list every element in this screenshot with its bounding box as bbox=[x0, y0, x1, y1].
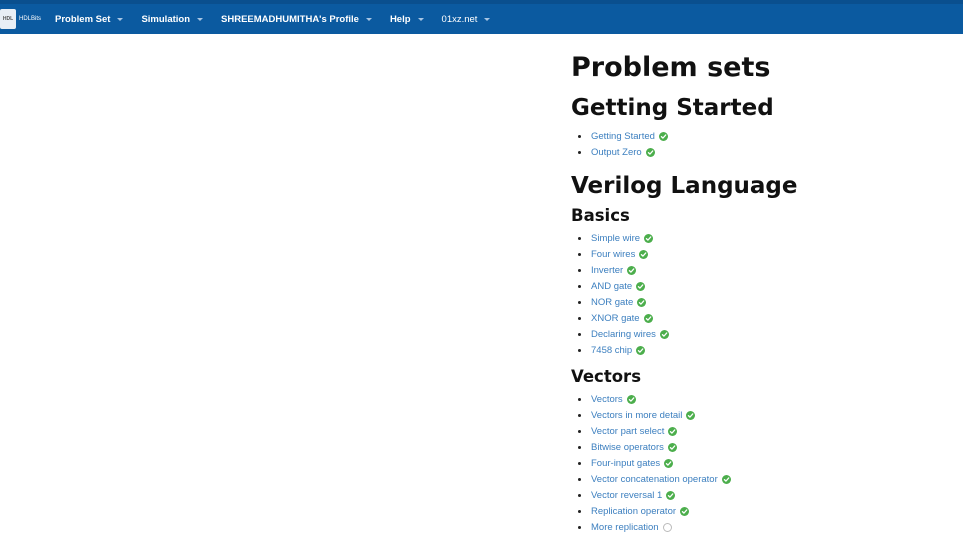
check-circle-icon bbox=[639, 249, 649, 259]
bullet-icon bbox=[578, 461, 581, 465]
logo-icon: HDL bbox=[0, 9, 16, 29]
bullet-icon bbox=[578, 236, 581, 240]
list-item: Four wires bbox=[578, 246, 798, 262]
bullet-icon bbox=[578, 429, 581, 433]
check-circle-icon bbox=[636, 345, 646, 355]
logo-text: HDLBits bbox=[19, 16, 42, 22]
bullet-icon bbox=[578, 316, 581, 320]
problem-link[interactable]: Four wires bbox=[591, 249, 635, 260]
bullet-icon bbox=[578, 477, 581, 481]
list-item: Vector reversal 1 bbox=[578, 487, 798, 503]
chevron-down-icon bbox=[417, 17, 424, 21]
problem-link[interactable]: Vector part select bbox=[591, 426, 664, 437]
list-item: Vector concatenation operator bbox=[578, 471, 798, 487]
top-navbar: HDL HDLBits Problem Set Simulation SHREE… bbox=[0, 0, 963, 34]
list-item: Vectors bbox=[578, 391, 798, 407]
section-heading-verilog-language: Verilog Language bbox=[571, 173, 798, 199]
bullet-icon bbox=[578, 493, 581, 497]
main-content: Problem sets Getting Started Getting Sta… bbox=[571, 34, 798, 535]
check-circle-icon bbox=[658, 131, 668, 141]
list-item: Inverter bbox=[578, 262, 798, 278]
list-item: Getting Started bbox=[578, 128, 798, 144]
list-item: AND gate bbox=[578, 278, 798, 294]
nav-01xz[interactable]: 01xz.net bbox=[442, 14, 491, 25]
problem-link[interactable]: Output Zero bbox=[591, 147, 642, 158]
problem-link[interactable]: Getting Started bbox=[591, 131, 655, 142]
list-item: Declaring wires bbox=[578, 326, 798, 342]
list-item: More replication bbox=[578, 519, 798, 535]
problem-link[interactable]: Declaring wires bbox=[591, 329, 656, 340]
subsection-heading-vectors: Vectors bbox=[571, 367, 642, 386]
check-circle-icon bbox=[668, 426, 678, 436]
problem-list-getting-started: Getting Started Output Zero bbox=[571, 128, 798, 160]
problem-link[interactable]: Inverter bbox=[591, 265, 623, 276]
check-circle-icon bbox=[626, 394, 636, 404]
list-item: Simple wire bbox=[578, 230, 798, 246]
nav-profile[interactable]: SHREEMADHUMITHA's Profile bbox=[221, 14, 372, 25]
check-circle-icon bbox=[721, 474, 731, 484]
problem-link[interactable]: Simple wire bbox=[591, 233, 640, 244]
chevron-down-icon bbox=[197, 17, 204, 21]
hdlbits-logo[interactable]: HDL HDLBits bbox=[0, 4, 55, 34]
list-item: Four-input gates bbox=[578, 455, 798, 471]
check-circle-icon bbox=[644, 233, 654, 243]
bullet-icon bbox=[578, 397, 581, 401]
bullet-icon bbox=[578, 300, 581, 304]
check-circle-icon bbox=[666, 490, 676, 500]
problem-link[interactable]: Vector concatenation operator bbox=[591, 474, 718, 485]
nav-simulation[interactable]: Simulation bbox=[141, 14, 204, 25]
check-circle-icon bbox=[664, 458, 674, 468]
check-circle-icon bbox=[680, 506, 690, 516]
list-item: Replication operator bbox=[578, 503, 798, 519]
check-circle-icon bbox=[686, 410, 696, 420]
bullet-icon bbox=[578, 284, 581, 288]
nav-problem-set[interactable]: Problem Set bbox=[55, 14, 124, 25]
problem-link[interactable]: Four-input gates bbox=[591, 458, 660, 469]
bullet-icon bbox=[578, 332, 581, 336]
list-item: 7458 chip bbox=[578, 342, 798, 358]
bullet-icon bbox=[578, 268, 581, 272]
problem-link[interactable]: Replication operator bbox=[591, 506, 676, 517]
bullet-icon bbox=[578, 134, 581, 138]
problem-link[interactable]: NOR gate bbox=[591, 297, 633, 308]
check-circle-icon bbox=[667, 442, 677, 452]
chevron-down-icon bbox=[484, 17, 491, 21]
check-circle-icon bbox=[645, 147, 655, 157]
problem-list-vectors: Vectors Vectors in more detail Vector part… bbox=[571, 391, 798, 535]
bullet-icon bbox=[578, 413, 581, 417]
problem-list-basics: Simple wire Four wires Inverter AND gate NOR… bbox=[571, 230, 798, 358]
check-circle-icon bbox=[637, 297, 647, 307]
nav-help[interactable]: Help bbox=[390, 14, 424, 25]
bullet-icon bbox=[578, 525, 581, 529]
problem-link[interactable]: More replication bbox=[591, 522, 659, 533]
list-item: Vectors in more detail bbox=[578, 407, 798, 423]
check-circle-icon bbox=[627, 265, 637, 275]
bullet-icon bbox=[578, 509, 581, 513]
problem-link[interactable]: XNOR gate bbox=[591, 313, 640, 324]
list-item: Bitwise operators bbox=[578, 439, 798, 455]
list-item: Output Zero bbox=[578, 144, 798, 160]
check-circle-icon bbox=[659, 329, 669, 339]
problem-link[interactable]: Vector reversal 1 bbox=[591, 490, 662, 501]
subsection-heading-basics: Basics bbox=[571, 206, 630, 225]
bullet-icon bbox=[578, 150, 581, 154]
section-heading-getting-started: Getting Started bbox=[571, 95, 774, 121]
chevron-down-icon bbox=[365, 17, 372, 21]
problem-link[interactable]: 7458 chip bbox=[591, 345, 632, 356]
problem-link[interactable]: Vectors in more detail bbox=[591, 410, 682, 421]
chevron-down-icon bbox=[117, 17, 124, 21]
page-title: Problem sets bbox=[571, 52, 771, 83]
bullet-icon bbox=[578, 348, 581, 352]
problem-link[interactable]: Bitwise operators bbox=[591, 442, 664, 453]
bullet-icon bbox=[578, 445, 581, 449]
problem-link[interactable]: Vectors bbox=[591, 394, 623, 405]
check-circle-icon bbox=[636, 281, 646, 291]
list-item: XNOR gate bbox=[578, 310, 798, 326]
check-circle-icon bbox=[643, 313, 653, 323]
list-item: Vector part select bbox=[578, 423, 798, 439]
problem-link[interactable]: AND gate bbox=[591, 281, 632, 292]
list-item: NOR gate bbox=[578, 294, 798, 310]
bullet-icon bbox=[578, 252, 581, 256]
empty-circle-icon bbox=[662, 522, 672, 532]
